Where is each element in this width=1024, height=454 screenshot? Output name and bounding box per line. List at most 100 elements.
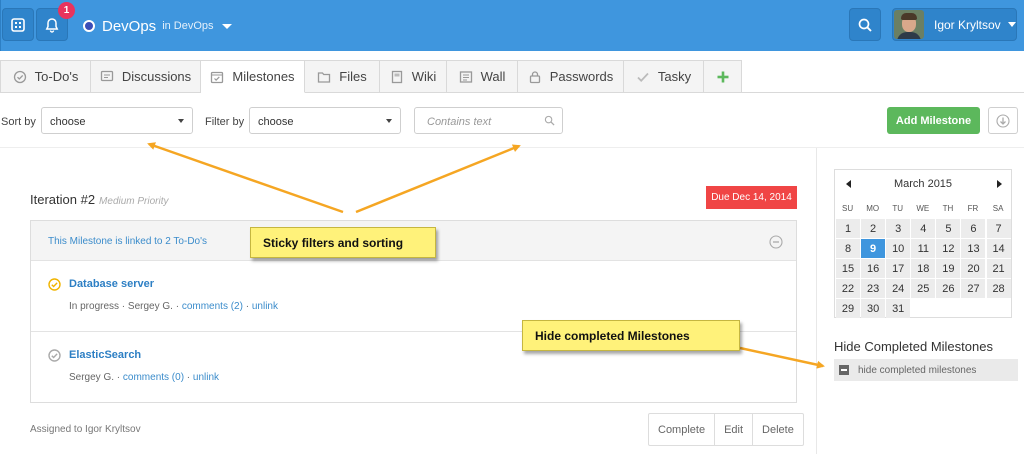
tab-passwords[interactable]: Passwords bbox=[518, 60, 624, 93]
calendar-day[interactable]: 17 bbox=[886, 259, 911, 278]
project-switcher[interactable]: DevOps in DevOps bbox=[83, 15, 232, 37]
calendar-day[interactable]: 13 bbox=[961, 239, 986, 258]
calendar: March 2015 SU MO TU WE TH FR SA 1 2 3 4 5 6 7 8 9 10 11 1… bbox=[834, 169, 1012, 318]
calendar-day[interactable]: 8 bbox=[836, 239, 860, 258]
search-button[interactable] bbox=[849, 8, 881, 41]
newspaper-icon bbox=[459, 70, 472, 83]
tab-wall[interactable]: Wall bbox=[447, 60, 518, 93]
user-name: Igor Kryltsov bbox=[934, 17, 1001, 32]
tab-tasky[interactable]: Tasky bbox=[624, 60, 704, 93]
edit-button[interactable]: Edit bbox=[714, 414, 752, 445]
unlink-link[interactable]: unlink bbox=[193, 372, 219, 383]
delete-button[interactable]: Delete bbox=[752, 414, 803, 445]
add-milestone-button[interactable]: Add Milestone bbox=[887, 107, 980, 134]
tab-todos[interactable]: To-Do's bbox=[0, 60, 91, 93]
project-name: DevOps bbox=[102, 17, 157, 35]
calendar-day[interactable]: 12 bbox=[936, 239, 961, 258]
milestone-title[interactable]: Iteration #2 Medium Priority bbox=[30, 192, 169, 207]
unlink-link[interactable]: unlink bbox=[252, 301, 278, 312]
calendar-day[interactable]: 31 bbox=[886, 299, 911, 318]
callout-sticky-filters: Sticky filters and sorting bbox=[250, 227, 436, 258]
calendar-empty-cell bbox=[936, 299, 960, 318]
milestone-priority: Medium Priority bbox=[99, 196, 169, 207]
calendar-day[interactable]: 6 bbox=[961, 219, 986, 238]
calendar-day[interactable]: 19 bbox=[936, 259, 961, 278]
calendar-days: 1 2 3 4 5 6 7 8 9 10 11 12 13 14 15 16 17 18 19 20 21 22 23 24 2… bbox=[835, 219, 1011, 318]
tab-milestones[interactable]: Milestones bbox=[201, 60, 305, 93]
next-month-icon[interactable] bbox=[997, 180, 1002, 188]
user-menu[interactable]: Igor Kryltsov bbox=[892, 8, 1017, 41]
project-workspace: in DevOps bbox=[162, 20, 214, 32]
folder-icon bbox=[318, 71, 331, 83]
calendar-day[interactable]: 5 bbox=[936, 219, 961, 238]
hide-completed-title: Hide Completed Milestones bbox=[834, 339, 993, 354]
todo-meta: In progress · Sergey G. · comments (2) ·… bbox=[69, 301, 278, 312]
calendar-day[interactable]: 10 bbox=[886, 239, 911, 258]
calendar-day[interactable]: 7 bbox=[986, 219, 1011, 238]
comments-link[interactable]: comments (2) bbox=[182, 301, 243, 312]
check-circle-icon bbox=[13, 70, 26, 83]
calendar-empty-cell bbox=[911, 299, 935, 318]
sort-label: Sort by bbox=[1, 116, 36, 128]
calendar-day[interactable]: 15 bbox=[836, 259, 860, 278]
calendar-day[interactable]: 11 bbox=[911, 239, 936, 258]
calendar-month: March 2015 bbox=[893, 178, 953, 190]
collapse-icon[interactable] bbox=[769, 235, 783, 249]
project-tabs: To-Do's Discussions Milestones Files Wik… bbox=[0, 60, 742, 93]
calendar-day[interactable]: 9 bbox=[861, 239, 886, 258]
arrow-to-search bbox=[355, 144, 521, 214]
sort-select[interactable]: choose bbox=[41, 107, 193, 134]
calendar-day[interactable]: 25 bbox=[911, 279, 936, 298]
todo-link[interactable]: ElasticSearch bbox=[69, 349, 141, 361]
calendar-day[interactable]: 3 bbox=[886, 219, 911, 238]
assigned-to: Assigned to Igor Kryltsov bbox=[30, 424, 141, 435]
lock-icon bbox=[529, 70, 540, 83]
todo-meta: Sergey G. · comments (0) · unlink bbox=[69, 372, 220, 383]
calendar-day[interactable]: 4 bbox=[911, 219, 936, 238]
milestone-actions: Complete Edit Delete bbox=[648, 413, 804, 446]
checkmark-icon bbox=[637, 72, 649, 82]
top-bar: 1 DevOps in DevOps Igor Kryltsov bbox=[0, 0, 1024, 51]
calendar-day[interactable]: 24 bbox=[886, 279, 911, 298]
calendar-day[interactable]: 16 bbox=[861, 259, 886, 278]
tab-wiki[interactable]: Wiki bbox=[380, 60, 447, 93]
calendar-day[interactable]: 20 bbox=[961, 259, 986, 278]
calendar-day[interactable]: 22 bbox=[836, 279, 860, 298]
arrow-to-sort bbox=[147, 142, 344, 214]
todo-link[interactable]: Database server bbox=[69, 278, 154, 290]
calendar-day[interactable]: 1 bbox=[836, 219, 860, 238]
download-button[interactable] bbox=[988, 107, 1018, 134]
calendar-day[interactable]: 23 bbox=[861, 279, 886, 298]
complete-button[interactable]: Complete bbox=[649, 414, 714, 445]
hide-completed-toggle[interactable]: hide completed milestones bbox=[834, 359, 1018, 381]
calendar-check-icon bbox=[211, 71, 224, 83]
chevron-down-icon bbox=[221, 23, 232, 29]
calendar-day[interactable]: 21 bbox=[986, 259, 1011, 278]
calendar-day[interactable]: 27 bbox=[961, 279, 986, 298]
calendar-day[interactable]: 26 bbox=[936, 279, 961, 298]
filter-divider bbox=[0, 147, 1024, 148]
comments-link[interactable]: comments (0) bbox=[123, 372, 184, 383]
callout-hide-completed: Hide completed Milestones bbox=[522, 320, 740, 351]
calendar-day[interactable]: 30 bbox=[861, 299, 886, 318]
due-date-badge: Due Dec 14, 2014 bbox=[706, 186, 797, 209]
linked-todos-link[interactable]: This Milestone is linked to 2 To-Do's bbox=[48, 236, 207, 247]
search-input[interactable]: Contains text bbox=[414, 107, 563, 134]
filter-label: Filter by bbox=[205, 116, 245, 128]
chevron-down-icon bbox=[178, 119, 184, 123]
in-progress-check-icon[interactable] bbox=[48, 278, 61, 291]
apps-button[interactable] bbox=[2, 8, 34, 41]
calendar-day[interactable]: 28 bbox=[986, 279, 1011, 298]
calendar-day[interactable]: 2 bbox=[861, 219, 886, 238]
add-tab-button[interactable] bbox=[704, 60, 742, 93]
calendar-day[interactable]: 14 bbox=[986, 239, 1011, 258]
filter-select[interactable]: choose bbox=[249, 107, 401, 134]
chevron-down-icon bbox=[1007, 22, 1016, 27]
tab-files[interactable]: Files bbox=[305, 60, 380, 93]
tab-discussions[interactable]: Discussions bbox=[91, 60, 201, 93]
check-circle-icon[interactable] bbox=[48, 349, 61, 362]
calendar-day[interactable]: 18 bbox=[911, 259, 936, 278]
avatar bbox=[894, 10, 924, 39]
checkbox-icon[interactable] bbox=[839, 365, 849, 375]
calendar-day[interactable]: 29 bbox=[836, 299, 860, 318]
